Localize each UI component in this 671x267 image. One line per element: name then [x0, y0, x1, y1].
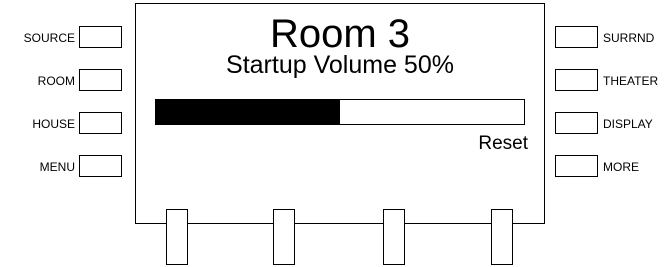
- theater-button[interactable]: [555, 69, 598, 91]
- room-button[interactable]: [79, 69, 122, 91]
- source-button[interactable]: [79, 26, 122, 48]
- volume-progress-fill: [156, 100, 340, 124]
- right-key-label-surround: SURRND: [603, 31, 655, 45]
- surround-button[interactable]: [555, 26, 598, 48]
- left-key-label-menu: MENU: [39, 160, 75, 174]
- menu-button[interactable]: [79, 155, 122, 177]
- display-screen: Room 3 Startup Volume 50% Reset: [135, 3, 545, 224]
- startup-volume-label: Startup Volume 50%: [226, 51, 454, 79]
- left-key-label-source: SOURCE: [23, 31, 75, 45]
- right-key-label-display: DISPLAY: [603, 117, 653, 131]
- bottom-softkey-4[interactable]: [491, 209, 513, 265]
- display-button[interactable]: [555, 112, 598, 134]
- reset-label: Reset: [478, 133, 528, 154]
- volume-progress-bar[interactable]: [155, 99, 525, 125]
- more-button[interactable]: [555, 155, 598, 177]
- bottom-softkey-2[interactable]: [273, 209, 295, 265]
- bottom-softkey-1[interactable]: [166, 209, 188, 265]
- left-key-label-house: HOUSE: [32, 117, 75, 131]
- left-key-label-room: ROOM: [37, 74, 75, 88]
- bottom-softkey-3[interactable]: [383, 209, 405, 265]
- right-key-label-more: MORE: [603, 160, 639, 174]
- house-button[interactable]: [79, 112, 122, 134]
- right-key-label-theater: THEATER: [603, 74, 659, 88]
